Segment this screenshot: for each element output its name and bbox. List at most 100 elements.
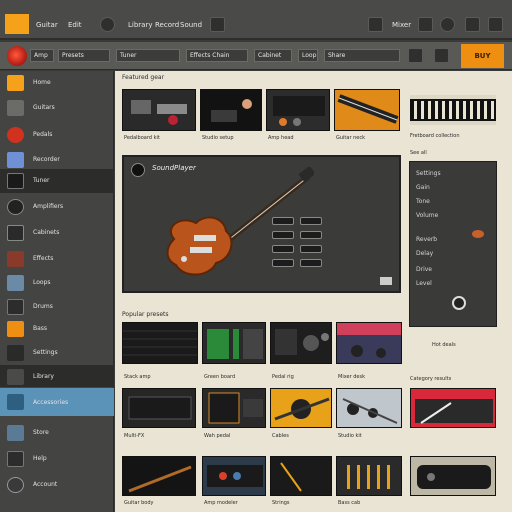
category-results-label: Category results <box>410 376 452 382</box>
mix-knob[interactable] <box>300 259 322 267</box>
thumb-wah-pedal[interactable] <box>202 388 266 428</box>
amp-icon <box>7 199 24 215</box>
sidebar-item-drums[interactable]: Drums <box>0 295 114 319</box>
pedal-icon <box>7 127 24 143</box>
sidebar-item-label: Help <box>33 455 47 462</box>
record-icon[interactable] <box>7 46 27 66</box>
setting-tone[interactable]: Tone <box>416 198 430 205</box>
monitor-icon[interactable] <box>418 17 433 32</box>
sidebar-item-cabinets[interactable]: Cabinets <box>0 221 114 245</box>
toolbar-chip-share[interactable]: Share <box>324 49 400 62</box>
thumb-stack-amp[interactable] <box>122 322 198 364</box>
thumb-mixer-desk[interactable] <box>336 322 402 364</box>
menu-bar: Guitar Edit Library Record Sound Mixer <box>0 0 512 40</box>
setting-reverb[interactable]: Reverb <box>416 236 437 243</box>
thumb-studio[interactable] <box>200 89 262 131</box>
thumb-guitar-body[interactable] <box>122 456 196 496</box>
thumb-hot-deal[interactable] <box>410 388 496 428</box>
toolbar-chip-cabinet[interactable]: Cabinet <box>254 49 292 62</box>
thumb-amp-head[interactable] <box>266 89 330 131</box>
sidebar-item-loops[interactable]: Loops <box>0 271 114 295</box>
buy-button[interactable]: BUY <box>461 44 504 68</box>
hero-player[interactable]: SoundPlayer <box>122 155 401 293</box>
thumb-multi-fx[interactable] <box>122 388 196 428</box>
sidebar-item-label: Account <box>33 481 58 488</box>
menu-item-edit[interactable]: Edit <box>68 20 82 30</box>
menu-item-sound[interactable]: Sound <box>180 20 202 30</box>
help-icon <box>7 451 24 467</box>
toolbar-chip-tuner[interactable]: Tuner <box>116 49 180 62</box>
thumb-bass-cab[interactable] <box>336 456 402 496</box>
toolbar-chip-amp[interactable]: Amp <box>30 49 54 62</box>
app-logo[interactable] <box>5 14 29 34</box>
setting-gain[interactable]: Gain <box>416 184 430 191</box>
menu-item-library[interactable]: Library <box>128 20 152 30</box>
gain-knob[interactable] <box>272 217 294 225</box>
banner-fretboard[interactable] <box>410 95 496 125</box>
see-all-link[interactable]: See all <box>410 150 427 156</box>
folder-icon[interactable] <box>465 17 480 32</box>
settings-icon[interactable] <box>440 17 455 32</box>
fullscreen-icon[interactable] <box>380 277 392 285</box>
sidebar-item-label: Pedals <box>33 131 53 138</box>
window-icon[interactable] <box>368 17 383 32</box>
toolbar: Amp Presets Tuner Effects Chain Cabinet … <box>0 42 512 70</box>
volume-knob[interactable] <box>272 245 294 253</box>
sidebar-item-home[interactable]: Home <box>0 71 114 95</box>
bass-icon <box>7 321 24 337</box>
menu-item-mixer[interactable]: Mixer <box>392 20 411 30</box>
sidebar-item-bass[interactable]: Bass <box>0 317 114 341</box>
sidebar-item-pedals[interactable]: Pedals <box>0 123 114 147</box>
thumb-caption: Pedalboard kit <box>124 135 160 141</box>
sidebar-item-effects[interactable]: Effects <box>0 247 114 271</box>
sidebar-item-account[interactable]: Account <box>0 473 114 497</box>
thumb-caption: Cables <box>272 433 289 439</box>
reverb-knob[interactable] <box>272 259 294 267</box>
screen-icon[interactable] <box>210 17 225 32</box>
library-icon <box>7 369 24 385</box>
thumb-caption: Green board <box>204 374 236 380</box>
sidebar-item-tuner[interactable]: Tuner <box>0 169 114 193</box>
setting-level[interactable]: Level <box>416 280 432 287</box>
thumb-strings[interactable] <box>270 456 332 496</box>
thumb-gig-bag[interactable] <box>410 456 496 496</box>
setting-drive[interactable]: Drive <box>416 266 432 273</box>
list-icon[interactable] <box>434 48 449 63</box>
thumb-pedal-rig[interactable] <box>270 322 332 364</box>
sidebar-item-help[interactable]: Help <box>0 447 114 471</box>
toolbar-chip-effects[interactable]: Effects Chain <box>186 49 248 62</box>
grid-icon[interactable] <box>408 48 423 63</box>
master-dial[interactable] <box>452 296 466 310</box>
thumb-cables[interactable] <box>270 388 332 428</box>
delay-knob[interactable] <box>300 217 322 225</box>
sidebar-item-store[interactable]: Store <box>0 421 114 445</box>
close-icon[interactable] <box>488 17 503 32</box>
thumb-guitar-neck[interactable] <box>334 89 400 131</box>
thumb-caption: Studio kit <box>338 433 362 439</box>
sidebar-item-settings[interactable]: Settings <box>0 341 114 365</box>
menu-item-guitar[interactable]: Guitar <box>36 20 58 30</box>
toolbar-chip-loop[interactable]: Loop <box>298 49 318 62</box>
sidebar-item-guitars[interactable]: Guitars <box>0 96 114 120</box>
setting-delay[interactable]: Delay <box>416 250 433 257</box>
thumb-amp-modeler[interactable] <box>202 456 266 496</box>
thumb-green-board[interactable] <box>202 322 266 364</box>
loop-icon <box>7 275 24 291</box>
settings-panel: Settings Gain Tone Volume Reverb Delay D… <box>409 161 497 327</box>
sidebar-item-label: Guitars <box>33 104 55 111</box>
drive-knob[interactable] <box>300 231 322 239</box>
thumb-caption: Mixer desk <box>338 374 365 380</box>
play-icon[interactable] <box>100 17 115 32</box>
level-knob[interactable] <box>300 245 322 253</box>
sidebar-item-library[interactable]: Library <box>0 365 114 387</box>
setting-volume[interactable]: Volume <box>416 212 438 219</box>
sidebar-item-amplifiers[interactable]: Amplifiers <box>0 195 114 219</box>
toolbar-chip-presets[interactable]: Presets <box>58 49 110 62</box>
tone-knob[interactable] <box>272 231 294 239</box>
thumb-pedalboard[interactable] <box>122 89 196 131</box>
sidebar-item-accessories[interactable]: Accessories <box>0 388 114 416</box>
drum-icon <box>7 299 24 315</box>
thumb-studio-kit[interactable] <box>336 388 402 428</box>
menu-item-record[interactable]: Record <box>155 20 179 30</box>
home-icon <box>7 75 24 91</box>
